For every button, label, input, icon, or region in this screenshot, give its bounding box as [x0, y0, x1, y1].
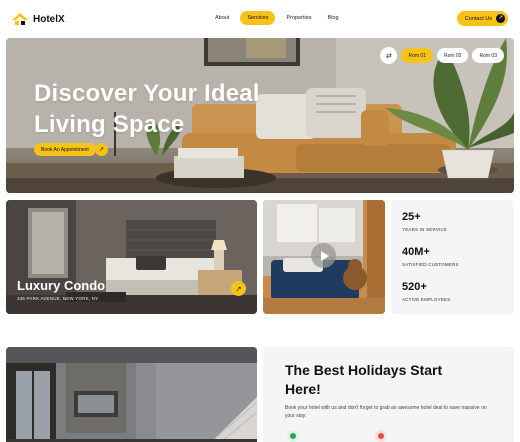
- stat-value: 520+: [402, 281, 427, 293]
- nav-links: About Services Properties Blog: [210, 11, 344, 25]
- play-button[interactable]: [311, 243, 336, 268]
- video-card[interactable]: [263, 200, 385, 314]
- hero-banner: Discover Your Ideal Living Space Book An…: [6, 38, 514, 193]
- contact-us-button[interactable]: Contact Us ↗: [456, 11, 508, 26]
- stat-label: SATISFIED CUSTOMERS: [402, 262, 459, 267]
- room-selector: ⇄ Rom 01 Rom 02 Rom 03: [380, 47, 504, 64]
- luxury-condo-card[interactable]: Luxury Condo 345 PARK AVENUE, NEW YORK, …: [6, 200, 257, 314]
- holiday-title-line2: Here!: [285, 381, 321, 397]
- feature-icon-red: [375, 430, 387, 442]
- play-icon: [320, 250, 329, 261]
- arrow-up-right-icon: ↗: [496, 14, 505, 23]
- room-pill-01[interactable]: Rom 01: [401, 48, 433, 63]
- nav-link-services[interactable]: Services: [240, 11, 276, 25]
- interior-photo: [6, 347, 257, 442]
- stats-panel: 25+ YEARS IN SERVICE 40M+ SATISFIED CUST…: [391, 200, 514, 314]
- swap-icon[interactable]: ⇄: [380, 47, 398, 64]
- arrow-up-right-icon[interactable]: ↗: [95, 143, 108, 156]
- condo-name: Luxury Condo: [17, 278, 106, 293]
- nav-link-blog[interactable]: Blog: [323, 11, 344, 25]
- room-pill-02[interactable]: Rom 02: [436, 48, 469, 63]
- book-appointment-button[interactable]: Book An Appointment: [34, 143, 96, 156]
- room-pill-03[interactable]: Rom 03: [472, 48, 504, 63]
- stat-item: 25+ YEARS IN SERVICE: [402, 211, 447, 232]
- stat-item: 40M+ SATISFIED CUSTOMERS: [402, 246, 459, 267]
- hero-title-line1: Discover Your Ideal: [34, 80, 260, 107]
- condo-address: 345 PARK AVENUE, NEW YORK, NY: [17, 296, 99, 301]
- nav-link-about[interactable]: About: [210, 11, 234, 25]
- top-navigation: HotelX About Services Properties Blog Co…: [6, 6, 514, 32]
- logo-icon: [12, 13, 28, 25]
- nav-link-properties[interactable]: Properties: [281, 11, 316, 25]
- arrow-up-right-icon[interactable]: ↗: [231, 281, 246, 296]
- room-photo-card: [6, 347, 257, 442]
- holiday-title: The Best Holidays Start Here!: [285, 361, 505, 399]
- holiday-title-line1: The Best Holidays Start: [285, 362, 443, 378]
- stat-label: YEARS IN SERVICE: [402, 227, 448, 232]
- hero-title-line2: Living Space: [34, 111, 185, 138]
- dot-icon: [378, 433, 384, 439]
- stat-label: ACTIVE EMPLOYEES: [402, 297, 451, 302]
- feature-icon-green: [287, 430, 299, 442]
- holiday-panel: The Best Holidays Start Here! Book your …: [263, 347, 514, 442]
- logo-text: HotelX: [33, 13, 65, 25]
- logo[interactable]: HotelX: [12, 13, 65, 25]
- stat-value: 25+: [402, 211, 421, 223]
- stat-value: 40M+: [402, 246, 430, 258]
- holiday-description: Book your hotel with us and don't forget…: [285, 405, 487, 419]
- stat-item: 520+ ACTIVE EMPLOYEES: [402, 281, 450, 302]
- hero-title: Discover Your Ideal Living Space: [34, 78, 294, 140]
- contact-us-label: Contact Us: [464, 15, 492, 22]
- dot-icon: [290, 433, 296, 439]
